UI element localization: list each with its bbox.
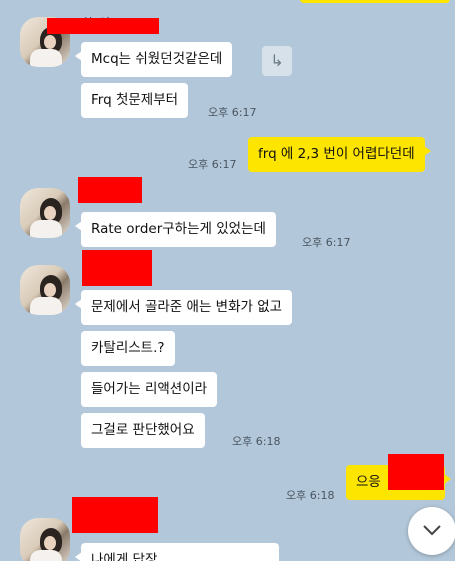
- message-time: 오후 6:18: [286, 489, 335, 502]
- outgoing-message-bubble[interactable]: frq 에 2,3 번이 어렵다던데: [248, 137, 431, 172]
- message-text: 카탈리스트.?: [91, 340, 165, 356]
- redaction-block: [388, 454, 444, 490]
- message-text: 으응: [356, 474, 381, 490]
- message-time: 오후 6:18: [232, 435, 281, 448]
- message-time: 오후 6:17: [188, 158, 237, 171]
- message-text: frq 에 2,3 번이 어렵다던데: [258, 146, 415, 162]
- message-bubble[interactable]: 나에게 답장: [75, 543, 279, 561]
- message-bubble[interactable]: 문제에서 골라준 애는 변화가 없고: [74, 290, 293, 325]
- avatar[interactable]: [20, 265, 70, 315]
- message-text: Frq 첫문제부터: [91, 92, 179, 108]
- message-text: 들어가는 리액션이라: [91, 381, 208, 397]
- message-bubble[interactable]: Rate order구하는게 있었는데: [75, 212, 276, 247]
- message-bubble[interactable]: Mcq는 쉬웠던것같은데: [74, 42, 233, 77]
- redaction-block: [72, 497, 158, 533]
- avatar[interactable]: [20, 518, 70, 561]
- redaction-block: [82, 250, 152, 286]
- redaction-block: [47, 18, 159, 34]
- outgoing-bubble-clipped[interactable]: [300, 0, 450, 3]
- message-text: 문제에서 골라준 애는 변화가 없고: [91, 299, 283, 315]
- avatar[interactable]: [20, 188, 70, 238]
- message-text: Rate order구하는게 있었는데: [91, 221, 266, 237]
- message-bubble[interactable]: 들어가는 리액션이라: [81, 372, 218, 407]
- message-text: 나에게 답장: [91, 552, 158, 561]
- chevron-down-icon: [423, 525, 441, 536]
- message-text: 그걸로 판단했어요: [91, 422, 195, 438]
- message-bubble[interactable]: 카탈리스트.?: [81, 331, 175, 366]
- redaction-block: [78, 177, 142, 203]
- message-bubble[interactable]: 그걸로 판단했어요: [81, 413, 205, 448]
- message-bubble[interactable]: Frq 첫문제부터: [81, 83, 189, 118]
- scroll-down-button[interactable]: [408, 507, 455, 555]
- message-text: Mcq는 쉬웠던것같은데: [91, 51, 223, 67]
- message-time: 오후 6:17: [302, 236, 351, 249]
- share-arrow-icon[interactable]: ↳: [262, 46, 292, 76]
- message-time: 오후 6:17: [208, 106, 257, 119]
